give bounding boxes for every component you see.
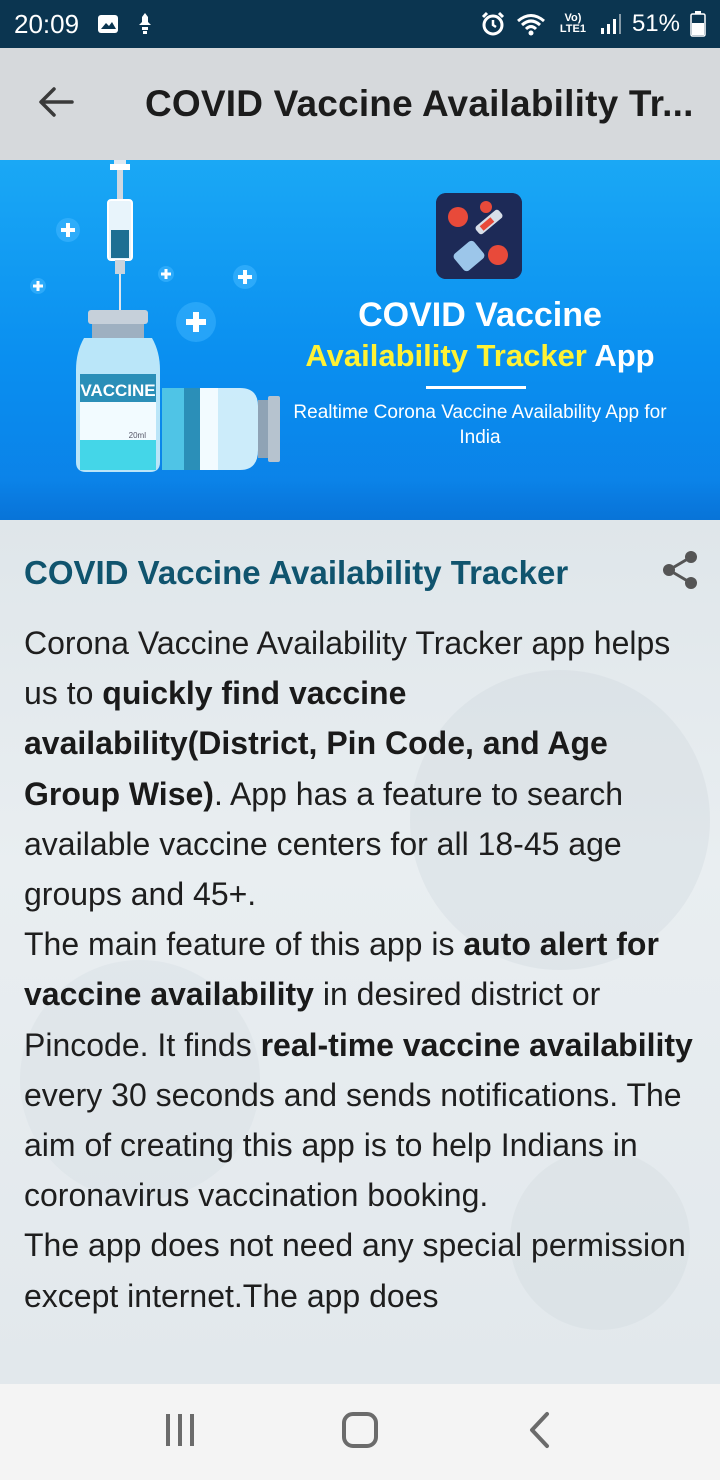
banner-subheading: Availability Tracker App	[280, 338, 680, 374]
back-button[interactable]	[0, 48, 112, 160]
vial-volume: 20ml	[129, 431, 147, 440]
banner-highlight: Availability Tracker	[305, 338, 587, 373]
app-description: Corona Vaccine Availability Tracker app …	[24, 618, 700, 1321]
vaccine-illustration: VACCINE 20ml	[30, 160, 280, 472]
alarm-icon	[480, 11, 506, 37]
app-logo	[436, 193, 522, 279]
status-time: 20:09	[14, 8, 80, 39]
home-button[interactable]	[320, 1392, 400, 1472]
back-icon	[527, 1411, 553, 1454]
content-title: COVID Vaccine Availability Tracker	[24, 554, 569, 591]
share-button[interactable]	[656, 548, 704, 596]
app-bar: COVID Vaccine Availability Tr...	[0, 48, 720, 160]
app-banner: VACCINE 20ml COVID Vaccine Availability …	[0, 160, 720, 520]
navigation-bar	[0, 1384, 720, 1480]
banner-tagline: Realtime Corona Vaccine Availability App…	[293, 402, 667, 448]
content-area[interactable]: COVID Vaccine Availability Tracker Coron…	[0, 520, 720, 1384]
lamp-notification-icon	[137, 12, 153, 36]
system-back-button[interactable]	[500, 1392, 580, 1472]
description-emphasis: real-time vaccine availability	[260, 1026, 693, 1063]
recents-icon	[162, 1412, 198, 1453]
gallery-notification-icon	[97, 14, 119, 34]
description-text: The main feature of this app is	[24, 926, 464, 963]
banner-app-word: App	[586, 338, 655, 373]
page-title: COVID Vaccine Availability Tr...	[145, 83, 694, 124]
banner-heading: COVID Vaccine	[358, 296, 602, 334]
arrow-left-icon	[38, 86, 74, 123]
share-icon	[660, 549, 700, 596]
wifi-icon	[516, 12, 546, 36]
battery-icon	[690, 11, 706, 37]
content-header: COVID Vaccine Availability Tracker	[24, 548, 704, 598]
banner-divider	[426, 386, 526, 389]
recents-button[interactable]	[140, 1392, 220, 1472]
description-text: The app does not need any special permis…	[24, 1227, 686, 1314]
volte-indicator: Vo) LTE1	[559, 12, 586, 35]
status-bar: 20:09 Vo) LTE1 51%	[0, 0, 720, 48]
description-text: every 30 seconds and sends notifications…	[24, 1076, 682, 1214]
home-icon	[341, 1411, 379, 1454]
vial-label: VACCINE	[80, 381, 155, 400]
battery-percent: 51%	[631, 10, 680, 37]
signal-icon	[600, 13, 622, 35]
banner-shade	[0, 480, 720, 520]
